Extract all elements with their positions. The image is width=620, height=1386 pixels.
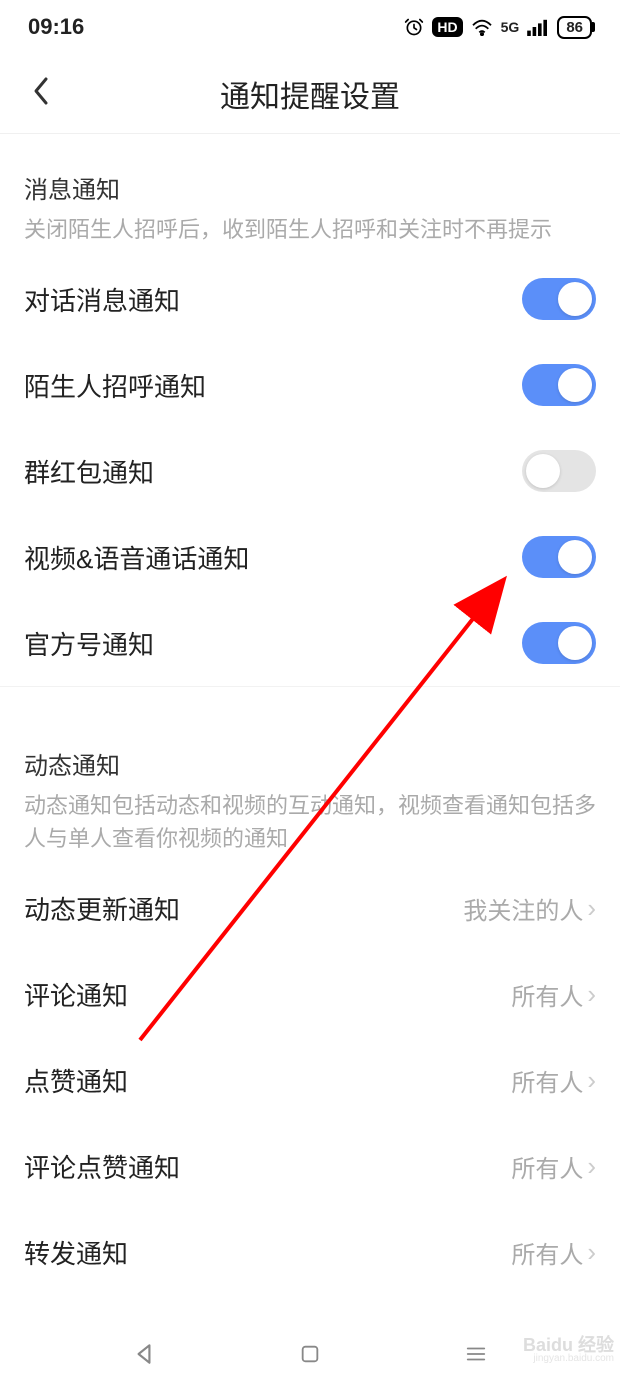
row-label: 官方号通知 xyxy=(24,625,154,662)
chevron-right-icon: › xyxy=(587,1065,596,1096)
hd-badge: HD xyxy=(432,17,462,37)
row-label: 陌生人招呼通知 xyxy=(24,367,206,404)
row-value: 所有人 › xyxy=(511,1235,596,1270)
row-label: 视频&语音通话通知 xyxy=(24,539,249,576)
back-button[interactable] xyxy=(20,67,62,121)
row-group-redpacket: 群红包通知 xyxy=(24,428,596,514)
nav-back-button[interactable] xyxy=(131,1341,157,1372)
signal-icon xyxy=(527,18,549,36)
section-header: 消息通知 关闭陌生人招呼后，收到陌生人招呼和关注时不再提示 xyxy=(24,134,596,256)
section-header: 动态通知 动态通知包括动态和视频的互动通知，视频查看通知包括多人与单人查看你视频… xyxy=(24,710,596,865)
square-home-icon xyxy=(299,1343,321,1365)
nav-home-button[interactable] xyxy=(299,1343,321,1370)
system-navbar xyxy=(0,1326,620,1386)
row-like-notification[interactable]: 点赞通知 所有人 › xyxy=(24,1037,596,1123)
chevron-right-icon: › xyxy=(587,1237,596,1268)
section-title: 动态通知 xyxy=(24,746,596,781)
toggle-official-account[interactable] xyxy=(522,622,596,664)
row-label: 评论点赞通知 xyxy=(24,1148,180,1185)
row-label: 动态更新通知 xyxy=(24,890,180,927)
status-time: 09:16 xyxy=(28,14,84,40)
network-label: 5G xyxy=(501,19,520,35)
section-activity-notifications: 动态通知 动态通知包括动态和视频的互动通知，视频查看通知包括多人与单人查看你视频… xyxy=(0,710,620,1295)
page-title: 通知提醒设置 xyxy=(220,72,400,116)
row-official-account: 官方号通知 xyxy=(24,600,596,686)
menu-recents-icon xyxy=(463,1343,489,1365)
row-forward-notification[interactable]: 转发通知 所有人 › xyxy=(24,1209,596,1295)
chevron-right-icon: › xyxy=(587,1151,596,1182)
chevron-right-icon: › xyxy=(587,893,596,924)
toggle-stranger-greeting[interactable] xyxy=(522,364,596,406)
row-label: 转发通知 xyxy=(24,1234,128,1271)
row-value: 所有人 › xyxy=(511,1149,596,1184)
toggle-dialog-notification[interactable] xyxy=(522,278,596,320)
status-right: HD 5G 86 xyxy=(404,16,592,39)
row-label: 评论通知 xyxy=(24,976,128,1013)
page-header: 通知提醒设置 xyxy=(0,54,620,134)
section-desc: 关闭陌生人招呼后，收到陌生人招呼和关注时不再提示 xyxy=(24,213,596,246)
row-label: 对话消息通知 xyxy=(24,281,180,318)
row-value: 我关注的人 › xyxy=(463,891,596,926)
chevron-right-icon: › xyxy=(587,979,596,1010)
row-dialog-notification: 对话消息通知 xyxy=(24,256,596,342)
toggle-video-voice-call[interactable] xyxy=(522,536,596,578)
nav-recents-button[interactable] xyxy=(463,1343,489,1370)
wifi-icon xyxy=(471,18,493,36)
row-stranger-greeting: 陌生人招呼通知 xyxy=(24,342,596,428)
status-bar: 09:16 HD 5G 86 xyxy=(0,0,620,54)
row-value: 所有人 › xyxy=(511,1063,596,1098)
section-message-notifications: 消息通知 关闭陌生人招呼后，收到陌生人招呼和关注时不再提示 对话消息通知 陌生人… xyxy=(0,134,620,686)
row-comment-like-notification[interactable]: 评论点赞通知 所有人 › xyxy=(24,1123,596,1209)
row-comment-notification[interactable]: 评论通知 所有人 › xyxy=(24,951,596,1037)
battery-indicator: 86 xyxy=(557,16,592,39)
row-video-voice-call: 视频&语音通话通知 xyxy=(24,514,596,600)
chevron-left-icon xyxy=(32,76,50,106)
alarm-icon xyxy=(404,17,424,37)
toggle-group-redpacket[interactable] xyxy=(522,450,596,492)
row-activity-update[interactable]: 动态更新通知 我关注的人 › xyxy=(24,865,596,951)
section-divider xyxy=(0,686,620,710)
row-label: 点赞通知 xyxy=(24,1062,128,1099)
section-desc: 动态通知包括动态和视频的互动通知，视频查看通知包括多人与单人查看你视频的通知 xyxy=(24,789,596,855)
row-value: 所有人 › xyxy=(511,977,596,1012)
row-label: 群红包通知 xyxy=(24,453,154,490)
triangle-back-icon xyxy=(131,1341,157,1367)
section-title: 消息通知 xyxy=(24,170,596,205)
